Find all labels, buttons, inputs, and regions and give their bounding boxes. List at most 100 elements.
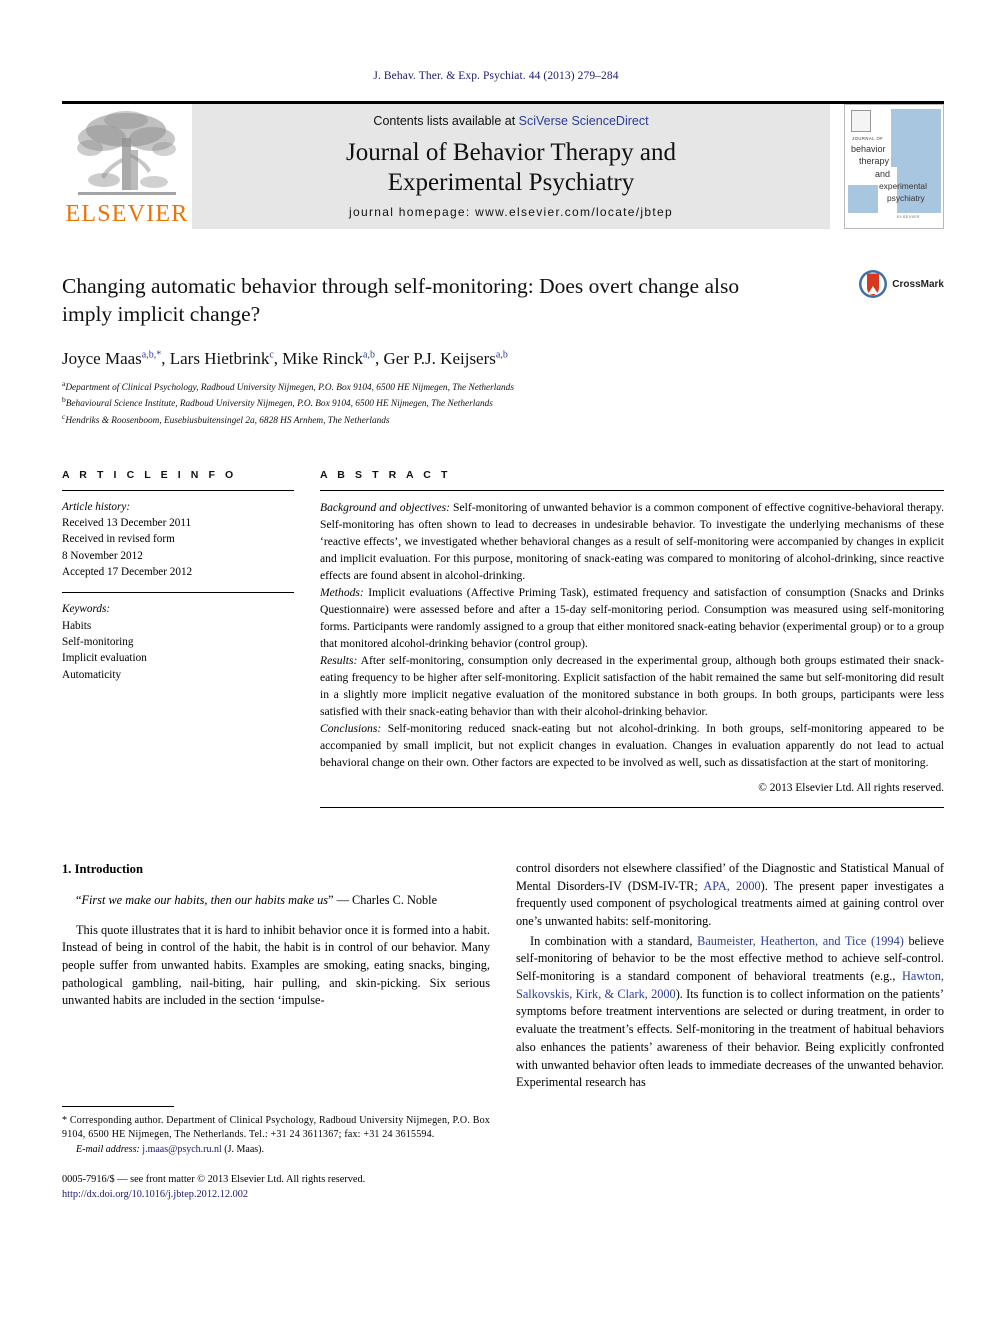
elsevier-tree-icon xyxy=(77,111,176,195)
cover-emblem xyxy=(851,110,871,132)
corresponding-author-text: * Corresponding author. Department of Cl… xyxy=(62,1115,490,1141)
journal-title-line1: Journal of Behavior Therapy and xyxy=(346,139,676,166)
elsevier-wordmark: ELSEVIER xyxy=(65,201,189,227)
author-list: Joyce Maasa,b,*, Lars Hietbrinkc, Mike R… xyxy=(62,348,508,368)
page-title: Changing automatic behavior through self… xyxy=(62,274,740,326)
crossmark-icon xyxy=(859,270,888,298)
keywords-block: Keywords: Habits Self-monitoring Implici… xyxy=(62,601,294,683)
intro-paragraph-right-2: In combination with a standard, Baumeist… xyxy=(516,933,944,1092)
keyword-item: Automaticity xyxy=(62,668,122,681)
footnote-region: * Corresponding author. Department of Cl… xyxy=(62,1106,490,1202)
intro-right-2c: ). Its function is to collect informatio… xyxy=(516,986,944,1090)
cover-journal-of-label: JOURNAL OF xyxy=(852,136,884,141)
email-label: E-mail address: xyxy=(76,1143,140,1155)
abstract-label-conclusions: Conclusions: xyxy=(320,721,382,735)
abstract-label-results: Results: xyxy=(320,653,358,667)
sciencedirect-link[interactable]: SciVerse ScienceDirect xyxy=(519,114,649,128)
article-info-column: A R T I C L E I N F O Article history: R… xyxy=(62,469,294,808)
epigraph-quote: “First we make our habits, then our habi… xyxy=(76,892,438,907)
crossmark-badge[interactable]: CrossMark xyxy=(858,269,944,299)
history-item: 8 November 2012 xyxy=(62,549,143,562)
divider xyxy=(62,489,294,491)
history-item: Received in revised form xyxy=(62,533,175,546)
journal-masthead: ELSEVIER Contents lists available at Sci… xyxy=(62,101,944,229)
intro-right-2a: In combination with a standard, xyxy=(530,933,698,948)
abstract-paragraph-conclusions: Conclusions: Self-monitoring reduced sna… xyxy=(320,720,944,771)
body-two-columns: 1. Introduction “First we make our habit… xyxy=(62,860,944,1203)
doi-link[interactable]: http://dx.doi.org/10.1016/j.jbtep.2012.1… xyxy=(62,1188,490,1203)
author-affil-marker: a,b xyxy=(495,349,508,361)
intro-paragraph-right-1: control disorders not elsewhere classifi… xyxy=(516,860,944,931)
article-history-label: Article history: xyxy=(62,500,131,513)
history-item: Received 13 December 2011 xyxy=(62,516,192,529)
cover-word-behavior: behavior xyxy=(851,144,886,154)
affiliation-text: Hendriks & Roosenboom, Eusebiusbuitensin… xyxy=(65,416,390,427)
section-title: Introduction xyxy=(74,861,143,876)
citation-apa-2000[interactable]: APA, 2000 xyxy=(703,879,760,893)
contents-lists-line: Contents lists available at SciVerse Sci… xyxy=(198,114,824,128)
cover-word-experimental: experimental xyxy=(879,181,927,191)
citation-baumeister-1994[interactable]: Baumeister, Heatherton, and Tice (1994) xyxy=(697,934,904,948)
section-number: 1. xyxy=(62,861,72,876)
abstract-paragraph-background: Background and objectives: Self-monitori… xyxy=(320,499,944,584)
affiliation-item: cHendriks & Roosenboom, Eusebiusbuitensi… xyxy=(62,412,944,429)
author-affil-marker: a,b xyxy=(363,349,375,361)
abstract-column: A B S T R A C T Background and objective… xyxy=(320,469,944,808)
affiliation-item: aDepartment of Clinical Psychology, Radb… xyxy=(62,379,944,396)
journal-title-line2: Experimental Psychiatry xyxy=(387,168,635,196)
issn-line: 0005-7916/$ — see front matter © 2013 El… xyxy=(62,1173,366,1185)
abstract-body: Background and objectives: Self-monitori… xyxy=(320,499,944,797)
affiliation-item: bBehavioural Science Institute, Radboud … xyxy=(62,395,944,412)
article-history: Article history: Received 13 December 20… xyxy=(62,499,294,581)
abstract-text-conclusions: Self-monitoring reduced snack-eating but… xyxy=(320,721,944,770)
email-suffix: (J. Maas). xyxy=(221,1143,264,1155)
issn-block: 0005-7916/$ — see front matter © 2013 El… xyxy=(62,1173,490,1203)
cover-block-top-right xyxy=(891,109,941,167)
intro-paragraph-left-1: This quote illustrates that it is hard t… xyxy=(62,922,490,1008)
journal-title: Journal of Behavior Therapy and Experime… xyxy=(198,138,824,197)
abstract-text-methods: Implicit evaluations (Affective Priming … xyxy=(320,585,944,650)
cover-word-psychiatry: psychiatry xyxy=(887,193,925,203)
body-right-column: control disorders not elsewhere classifi… xyxy=(516,860,944,1203)
keyword-item: Self-monitoring xyxy=(62,635,134,648)
cover-word-therapy: therapy xyxy=(859,156,890,166)
journal-homepage[interactable]: journal homepage: www.elsevier.com/locat… xyxy=(198,205,824,223)
abstract-label-methods: Methods: xyxy=(320,585,364,599)
section-heading-introduction: 1. Introduction xyxy=(62,860,490,878)
article-info-heading: A R T I C L E I N F O xyxy=(62,468,237,481)
keyword-item: Habits xyxy=(62,619,92,632)
cover-word-and: and xyxy=(875,169,891,179)
running-head: J. Behav. Ther. & Exp. Psychiat. 44 (201… xyxy=(373,70,619,82)
crossmark-label: CrossMark xyxy=(892,278,944,290)
masthead-center: Contents lists available at SciVerse Sci… xyxy=(192,104,830,229)
email-link[interactable]: j.maas@psych.ru.nl xyxy=(142,1144,221,1155)
abstract-paragraph-results: Results: After self-monitoring, consumpt… xyxy=(320,652,944,720)
author-affil-marker: a,b,* xyxy=(141,349,162,361)
abstract-copyright: © 2013 Elsevier Ltd. All rights reserved… xyxy=(758,782,944,795)
abstract-heading: A B S T R A C T xyxy=(320,468,451,481)
affiliation-text: Department of Clinical Psychology, Radbo… xyxy=(65,382,514,393)
affiliation-text: Behavioural Science Institute, Radboud U… xyxy=(65,399,493,410)
divider xyxy=(320,806,944,808)
journal-cover-thumbnail: JOURNAL OF behavior therapy and experime… xyxy=(844,104,944,229)
keyword-item: Implicit evaluation xyxy=(62,652,147,665)
info-abstract-region: A R T I C L E I N F O Article history: R… xyxy=(62,469,944,808)
abstract-label-background: Background and objectives: xyxy=(320,500,450,514)
abstract-text-results: After self-monitoring, consumption only … xyxy=(320,653,944,718)
elsevier-logo: ELSEVIER xyxy=(62,104,192,229)
divider xyxy=(62,592,294,594)
abstract-paragraph-methods: Methods: Implicit evaluations (Affective… xyxy=(320,584,944,652)
title-block: CrossMark Changing automatic behavior th… xyxy=(62,270,944,429)
corresponding-author-note: * Corresponding author. Department of Cl… xyxy=(62,1114,490,1157)
epigraph-quote-italic: First we make our habits, then our habit… xyxy=(81,892,329,907)
history-item: Accepted 17 December 2012 xyxy=(62,565,193,578)
cover-block-bottom-left xyxy=(848,185,878,213)
paper-page: J. Behav. Ther. & Exp. Psychiat. 44 (201… xyxy=(0,0,992,1323)
body-left-column: 1. Introduction “First we make our habit… xyxy=(62,860,490,1203)
cover-footer-publisher: ELSEVIER xyxy=(897,214,920,219)
author-affil-marker: c xyxy=(269,349,274,361)
epigraph-attribution: — Charles C. Noble xyxy=(333,892,438,907)
contents-prefix: Contents lists available at xyxy=(373,114,519,128)
divider xyxy=(320,489,944,491)
footnote-rule xyxy=(62,1106,174,1108)
